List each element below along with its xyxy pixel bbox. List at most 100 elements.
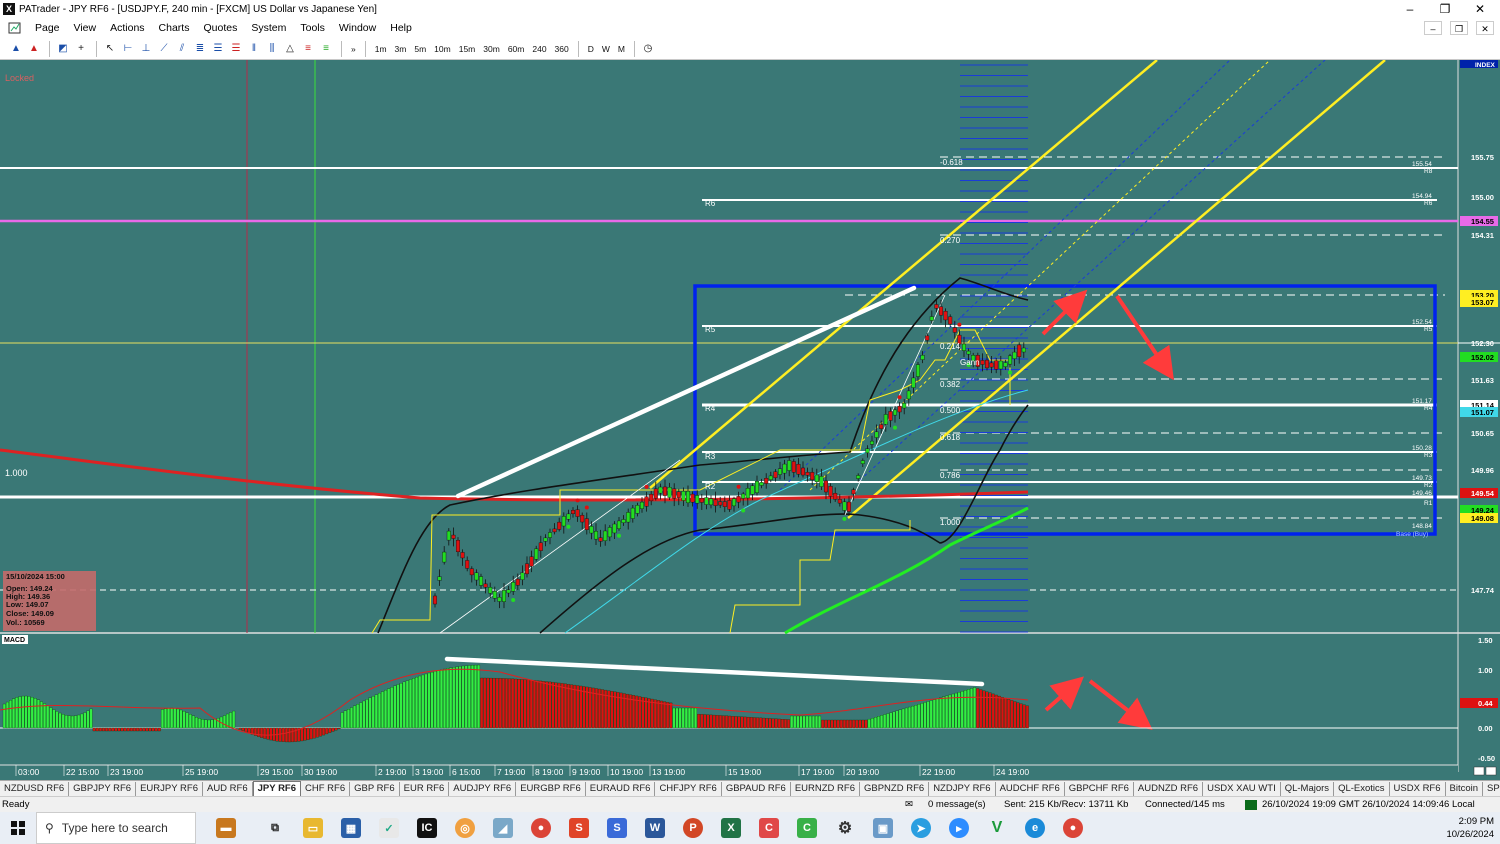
timeframe-3m[interactable]: 3m: [391, 44, 411, 54]
gann-icon[interactable]: ⫼: [264, 41, 280, 57]
powerpoint-app[interactable]: P: [674, 812, 712, 844]
menu-window[interactable]: Window: [332, 22, 383, 34]
doc-close-button[interactable]: ✕: [1476, 21, 1494, 35]
vertical-line-icon[interactable]: ⊥: [138, 41, 154, 57]
notes-app[interactable]: ◢: [484, 812, 522, 844]
orange-app[interactable]: ◎: [446, 812, 484, 844]
vi-app[interactable]: V: [978, 812, 1016, 844]
menu-help[interactable]: Help: [383, 22, 419, 34]
excel-app[interactable]: X: [712, 812, 750, 844]
system-clock[interactable]: 2:09 PM 10/26/2024: [1446, 815, 1494, 841]
toolbar-more-button[interactable]: »: [347, 44, 360, 54]
timeframe-30m[interactable]: 30m: [479, 44, 504, 54]
horizontal-line-icon[interactable]: ⊢: [120, 41, 136, 57]
doc-restore-button[interactable]: ❐: [1450, 21, 1468, 35]
chart-area[interactable]: Locked 1.000 R6 R5 R4 R3 R2 -0.618 0.270…: [0, 59, 1500, 780]
levels-icon[interactable]: ☰: [228, 41, 244, 57]
menu-quotes[interactable]: Quotes: [196, 22, 244, 34]
timeframe-60m[interactable]: 60m: [504, 44, 529, 54]
timeframe-15m[interactable]: 15m: [455, 44, 480, 54]
tab-gbpchf-rf6[interactable]: GBPCHF RF6: [1065, 781, 1134, 796]
timeframe-360[interactable]: 360: [551, 44, 573, 54]
patrader-app[interactable]: IC: [408, 812, 446, 844]
tab-eurgbp-rf6[interactable]: EURGBP RF6: [516, 781, 586, 796]
telegram-app[interactable]: ➤: [902, 812, 940, 844]
briefcase-app[interactable]: ▬: [196, 812, 256, 844]
cycles-icon[interactable]: ‖: [246, 41, 262, 57]
tab-nzdusd-rf6[interactable]: NZDUSD RF6: [0, 781, 70, 796]
scroll-left-button[interactable]: [1473, 766, 1485, 776]
indicator-icon[interactable]: ◩: [55, 41, 71, 57]
mail-icon[interactable]: ✉: [905, 799, 913, 810]
scroll-right-button[interactable]: [1485, 766, 1497, 776]
tab-gbp-rf6[interactable]: GBP RF6: [350, 781, 400, 796]
pivot-icon[interactable]: ☰: [210, 41, 226, 57]
menu-actions[interactable]: Actions: [103, 22, 151, 34]
tab-aud-rf6[interactable]: AUD RF6: [203, 781, 253, 796]
timeframe-5m[interactable]: 5m: [410, 44, 430, 54]
tab-audchf-rf6[interactable]: AUDCHF RF6: [996, 781, 1065, 796]
annotation-white-line[interactable]: [455, 285, 917, 499]
c-app-green[interactable]: C: [788, 812, 826, 844]
clock-icon[interactable]: ◷: [640, 41, 656, 57]
fib-retracement-icon[interactable]: ≡: [318, 41, 334, 57]
timeframe-10m[interactable]: 10m: [430, 44, 455, 54]
tab-ql-majors[interactable]: QL-Majors: [1281, 781, 1335, 796]
triangle-tool-icon[interactable]: △: [282, 41, 298, 57]
tab-jpy-rf6[interactable]: JPY RF6: [252, 781, 302, 796]
tab-chf-rf6[interactable]: CHF RF6: [301, 781, 351, 796]
trendline-icon[interactable]: ⟋: [156, 41, 172, 57]
trading-app[interactable]: ✓: [370, 812, 408, 844]
tab-eurnzd-rf6[interactable]: EURNZD RF6: [791, 781, 860, 796]
pointer-icon[interactable]: ↖: [102, 41, 118, 57]
menu-charts[interactable]: Charts: [152, 22, 197, 34]
settings-app[interactable]: ⚙: [826, 812, 864, 844]
tab-nzdjpy-rf6[interactable]: NZDJPY RF6: [929, 781, 996, 796]
monitor-app[interactable]: ▣: [864, 812, 902, 844]
menu-tools[interactable]: Tools: [293, 22, 332, 34]
taskbar-search[interactable]: ⚲ Type here to search: [36, 812, 196, 844]
start-button[interactable]: [0, 812, 36, 844]
close-button[interactable]: ✕: [1462, 0, 1498, 18]
minimize-button[interactable]: –: [1392, 0, 1428, 18]
chart-type-icon[interactable]: ▲: [8, 41, 24, 57]
timeframe-240[interactable]: 240: [528, 44, 550, 54]
menu-page[interactable]: Page: [28, 22, 67, 34]
fibonacci-icon[interactable]: ≣: [192, 41, 208, 57]
timeframe-monthly[interactable]: M: [614, 44, 629, 54]
chart-type-alt-icon[interactable]: ▲: [26, 41, 42, 57]
tab-sp500-rf6[interactable]: SP500 RF6: [1483, 782, 1500, 796]
restore-button[interactable]: ❐: [1427, 0, 1463, 18]
page-icon[interactable]: [8, 21, 24, 35]
zoom-app[interactable]: ▸: [940, 812, 978, 844]
s-app-red[interactable]: S: [560, 812, 598, 844]
tab-ql-exotics[interactable]: QL-Exotics: [1334, 781, 1390, 796]
menu-view[interactable]: View: [67, 22, 104, 34]
tab-euraud-rf6[interactable]: EURAUD RF6: [586, 781, 656, 796]
tab-chfjpy-rf6[interactable]: CHFJPY RF6: [655, 781, 722, 796]
chrome-app-2[interactable]: ●: [1054, 812, 1092, 844]
timeframe-weekly[interactable]: W: [598, 44, 614, 54]
tab-gbpaud-rf6[interactable]: GBPAUD RF6: [722, 781, 791, 796]
menu-system[interactable]: System: [244, 22, 293, 34]
s-app-blue[interactable]: S: [598, 812, 636, 844]
fib-channel[interactable]: [649, 59, 1386, 519]
calculator-app[interactable]: ▦: [332, 812, 370, 844]
file-explorer-app[interactable]: ▭: [294, 812, 332, 844]
tab-eurjpy-rf6[interactable]: EURJPY RF6: [136, 781, 203, 796]
timeframe-daily[interactable]: D: [584, 44, 598, 54]
tab-audjpy-rf6[interactable]: AUDJPY RF6: [449, 781, 517, 796]
channel-icon[interactable]: ⫽: [174, 41, 190, 57]
word-app[interactable]: W: [636, 812, 674, 844]
tab-gbpjpy-rf6[interactable]: GBPJPY RF6: [69, 781, 137, 796]
task-view-button[interactable]: ⧉: [256, 812, 294, 844]
tab-gbpnzd-rf6[interactable]: GBPNZD RF6: [860, 781, 930, 796]
tab-eur-rf6[interactable]: EUR RF6: [400, 781, 450, 796]
c-app-red[interactable]: C: [750, 812, 788, 844]
fib-extension-icon[interactable]: ≡: [300, 41, 316, 57]
tab-usdx-rf6[interactable]: USDX RF6: [1390, 781, 1446, 796]
tab-audnzd-rf6[interactable]: AUDNZD RF6: [1134, 781, 1204, 796]
crosshair-icon[interactable]: +: [73, 41, 89, 57]
edge-app[interactable]: e: [1016, 812, 1054, 844]
annotation-arrows[interactable]: [1041, 289, 1174, 730]
